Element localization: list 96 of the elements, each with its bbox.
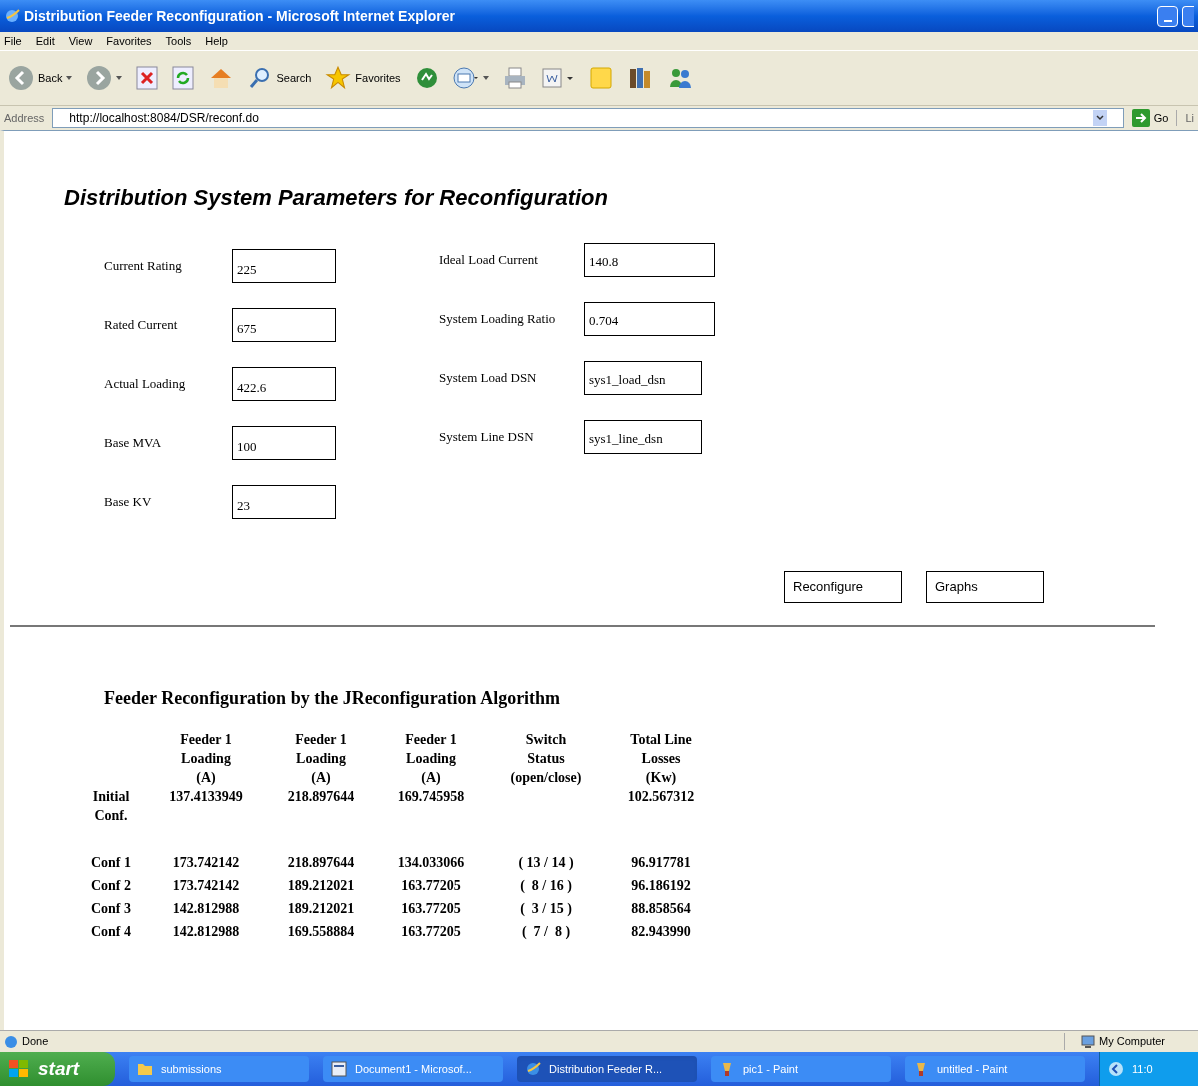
table-cell-text: 173.742142 xyxy=(171,877,241,895)
zone-text: My Computer xyxy=(1099,1034,1166,1050)
table-cell-text: 142.812988 xyxy=(171,900,241,918)
text-field[interactable]: 100 xyxy=(232,425,336,460)
go-button[interactable]: Go xyxy=(1131,109,1169,127)
stop-icon xyxy=(136,66,159,90)
table-title: Feeder Reconfiguration by the JReconfiguration Algorithm xyxy=(104,687,562,710)
document-icon xyxy=(331,1061,347,1077)
table-cell-text: 189.212021 xyxy=(286,877,356,895)
table-cell-text: ( 8 / 16 ) xyxy=(519,877,573,895)
address-label: Address xyxy=(4,110,45,126)
menu-item[interactable]: Favorites xyxy=(106,32,152,50)
folder-icon xyxy=(137,1062,153,1076)
table-cell-text: 169.745958 xyxy=(396,788,466,806)
row-label: Conf 2 xyxy=(89,877,133,895)
star-icon xyxy=(325,65,352,91)
caret-icon xyxy=(482,76,489,80)
row-label: Initial Conf. xyxy=(91,788,131,825)
menu-item[interactable]: File xyxy=(4,32,22,50)
table-cell-text: 142.812988 xyxy=(171,923,241,941)
menu-item[interactable]: Tools xyxy=(165,32,192,50)
taskbar-item[interactable]: Distribution Feeder R... xyxy=(517,1056,697,1082)
page-icon xyxy=(4,1034,18,1049)
dropdown-icon xyxy=(1092,110,1107,126)
table-cell-text: 189.212021 xyxy=(286,900,356,918)
text-field[interactable]: 675 xyxy=(232,307,336,342)
clock: 11:0 xyxy=(1132,1061,1153,1077)
table-cell-text: ( 7 / 8 ) xyxy=(520,923,572,941)
page-heading: Distribution System Parameters for Reconfiguration xyxy=(64,184,609,212)
text-field[interactable]: 140.8 xyxy=(584,242,715,277)
table-cell-text: ( 3 / 15 ) xyxy=(519,900,573,918)
table-cell-text: 82.943990 xyxy=(630,923,692,941)
field-label: System Load DSN xyxy=(439,368,538,387)
field-label: Actual Loading xyxy=(104,374,187,393)
field-label: Rated Current xyxy=(104,315,179,334)
row-label: Conf 4 xyxy=(89,923,133,941)
caret-icon xyxy=(116,76,123,80)
table-cell-text: 96.186192 xyxy=(630,877,692,895)
column-header: Feeder 1 Loading (A) xyxy=(179,731,233,787)
minimize-button[interactable] xyxy=(1157,5,1178,27)
media-icon xyxy=(414,66,439,90)
computer-icon xyxy=(1081,1034,1095,1049)
field-label: Base MVA xyxy=(104,433,163,452)
windows-logo-icon xyxy=(8,1059,30,1079)
column-header: Feeder 1 Loading (A) xyxy=(404,731,458,787)
table-cell-text: 88.858564 xyxy=(630,900,692,918)
text-field[interactable]: 225 xyxy=(232,248,336,283)
table-cell-text: 137.4133949 xyxy=(168,788,244,806)
browser-icon xyxy=(525,1061,541,1077)
text-field[interactable]: 422.6 xyxy=(232,366,336,401)
text-field[interactable]: 0.704 xyxy=(584,301,715,336)
graphs-button[interactable]: Graphs xyxy=(926,571,1044,603)
mail-icon xyxy=(452,66,479,90)
row-label: Conf 1 xyxy=(89,854,133,872)
row-label: Conf 3 xyxy=(89,900,133,918)
table-cell-text: 218.897644 xyxy=(286,788,356,806)
text-field[interactable]: sys1_line_dsn xyxy=(584,419,702,454)
reconfigure-button[interactable]: Reconfigure xyxy=(784,571,902,603)
menu-item[interactable]: Edit xyxy=(35,32,55,50)
status-text: Done xyxy=(22,1034,50,1050)
links-label: Li xyxy=(1176,109,1194,127)
table-cell-text: 163.77205 xyxy=(400,923,462,941)
menu-item[interactable]: View xyxy=(68,32,93,50)
field-label: System Line DSN xyxy=(439,427,535,446)
window-title: Distribution Feeder Reconfiguration - Microsoft Internet Explorer xyxy=(24,6,456,26)
table-cell-text: 169.558884 xyxy=(286,923,356,941)
column-header: Total Line Losses (Kw) xyxy=(629,731,693,787)
text-field[interactable]: 23 xyxy=(232,484,336,519)
refresh-icon xyxy=(172,66,195,90)
chevron-icon[interactable] xyxy=(1108,1061,1124,1077)
note-icon xyxy=(588,66,613,90)
favorites-toolbar-button[interactable]: Favorites xyxy=(321,65,405,91)
table-cell-text: 218.897644 xyxy=(286,854,356,872)
printer-icon xyxy=(502,66,527,90)
table-cell-text: 163.77205 xyxy=(400,877,462,895)
document-icon xyxy=(540,67,575,89)
field-label: Current Rating xyxy=(104,256,183,275)
field-label: Base KV xyxy=(104,492,153,511)
table-cell-text: 96.917781 xyxy=(630,854,692,872)
table-cell-text: 173.742142 xyxy=(171,854,241,872)
caret-icon xyxy=(66,76,73,80)
field-label: System Loading Ratio xyxy=(439,309,557,328)
browser-icon xyxy=(4,8,20,24)
menu-item[interactable]: Help xyxy=(205,32,228,50)
back-toolbar-button[interactable]: Back xyxy=(4,65,77,91)
table-cell-text: 163.77205 xyxy=(400,900,462,918)
table-cell-text: ( 13 / 14 ) xyxy=(517,854,575,872)
column-header: Feeder 1 Loading (A) xyxy=(294,731,348,787)
column-header: Switch Status (open/close) xyxy=(509,731,583,787)
address-field[interactable]: http://localhost:8084/DSR/reconf.do xyxy=(52,108,1124,128)
maximize-button[interactable] xyxy=(1182,5,1194,27)
field-label: Ideal Load Current xyxy=(439,250,539,269)
table-cell-text: 102.567312 xyxy=(626,788,696,806)
search-toolbar-button[interactable]: Search xyxy=(244,66,316,90)
text-field[interactable]: sys1_load_dsn xyxy=(584,360,702,395)
table-cell-text: 134.033066 xyxy=(396,854,466,872)
